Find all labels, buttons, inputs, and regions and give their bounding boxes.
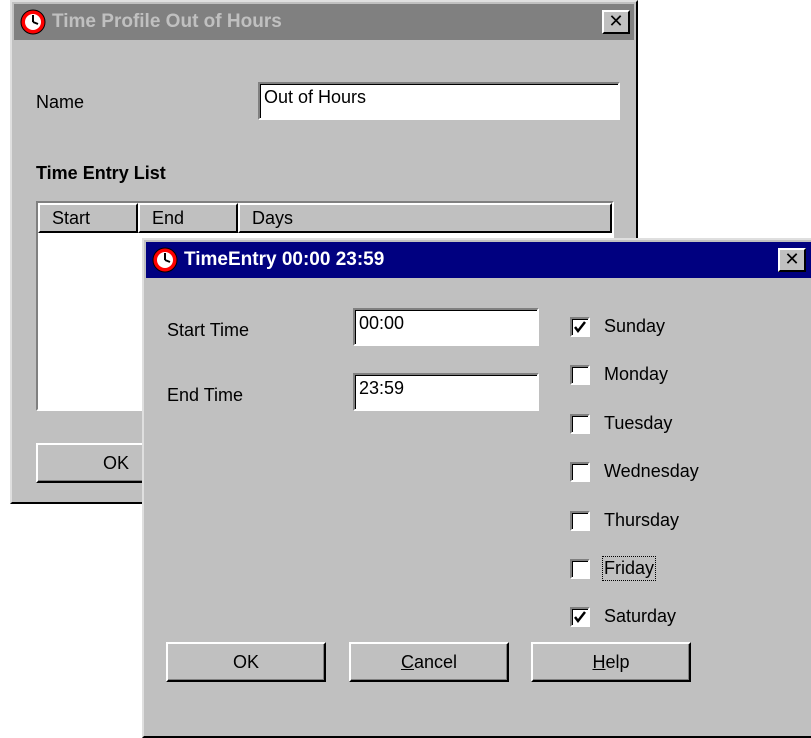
help-label-rest: elp [605, 651, 630, 672]
monday-label: Monday [604, 364, 669, 384]
day-checkbox-tuesday[interactable]: Tuesday [570, 413, 672, 434]
cancel-button[interactable]: Cancel [349, 642, 509, 682]
end-time-label: End Time [167, 385, 244, 405]
start-time-field[interactable]: 00:00 [353, 308, 539, 346]
column-header-end[interactable]: End [138, 203, 238, 233]
sunday-label: Sunday [604, 316, 666, 336]
time-profile-titlebar[interactable]: Time Profile Out of Hours ✕ [14, 4, 634, 40]
time-entry-list-heading: Time Entry List [36, 163, 166, 183]
wednesday-label: Wednesday [604, 461, 699, 481]
day-checkbox-thursday[interactable]: Thursday [570, 510, 679, 531]
thursday-checkbox[interactable] [570, 510, 590, 531]
end-time-field[interactable]: 23:59 [353, 373, 539, 411]
tuesday-checkbox[interactable] [570, 413, 590, 434]
column-header-days[interactable]: Days [238, 203, 612, 233]
checkmark-icon [574, 610, 586, 623]
cancel-accelerator: C [400, 651, 414, 672]
cancel-label-rest: ancel [413, 651, 458, 672]
saturday-checkbox[interactable] [570, 606, 590, 627]
day-checkbox-sunday[interactable]: Sunday [570, 316, 665, 337]
name-label: Name [36, 92, 85, 112]
ok-button[interactable]: OK [166, 642, 326, 682]
start-time-label: Start Time [167, 320, 250, 340]
help-accelerator: H [592, 651, 606, 672]
saturday-label: Saturday [604, 606, 677, 626]
time-entry-window: TimeEntry 00:00 23:59 ✕ Start Time 00:00… [142, 238, 811, 738]
thursday-label: Thursday [604, 510, 680, 530]
red-clock-icon [152, 247, 178, 273]
tuesday-label: Tuesday [604, 413, 673, 433]
close-icon[interactable]: ✕ [778, 248, 806, 272]
window-title: TimeEntry 00:00 23:59 [184, 249, 385, 270]
friday-checkbox[interactable] [570, 558, 590, 579]
monday-checkbox[interactable] [570, 364, 590, 385]
day-checkbox-friday[interactable]: Friday [570, 556, 657, 581]
day-checkbox-wednesday[interactable]: Wednesday [570, 461, 699, 482]
red-clock-icon [20, 9, 46, 35]
window-title: Time Profile Out of Hours [52, 11, 282, 32]
sunday-checkbox[interactable] [570, 316, 590, 337]
close-icon[interactable]: ✕ [602, 10, 630, 34]
wednesday-checkbox[interactable] [570, 461, 590, 482]
checkmark-icon [574, 320, 586, 333]
friday-label: Friday [601, 556, 657, 581]
time-entry-titlebar[interactable]: TimeEntry 00:00 23:59 ✕ [146, 242, 811, 278]
column-header-start[interactable]: Start [38, 203, 138, 233]
name-field[interactable]: Out of Hours [258, 82, 620, 120]
help-button[interactable]: Help [531, 642, 691, 682]
day-checkbox-saturday[interactable]: Saturday [570, 606, 676, 627]
day-checkbox-monday[interactable]: Monday [570, 364, 668, 385]
